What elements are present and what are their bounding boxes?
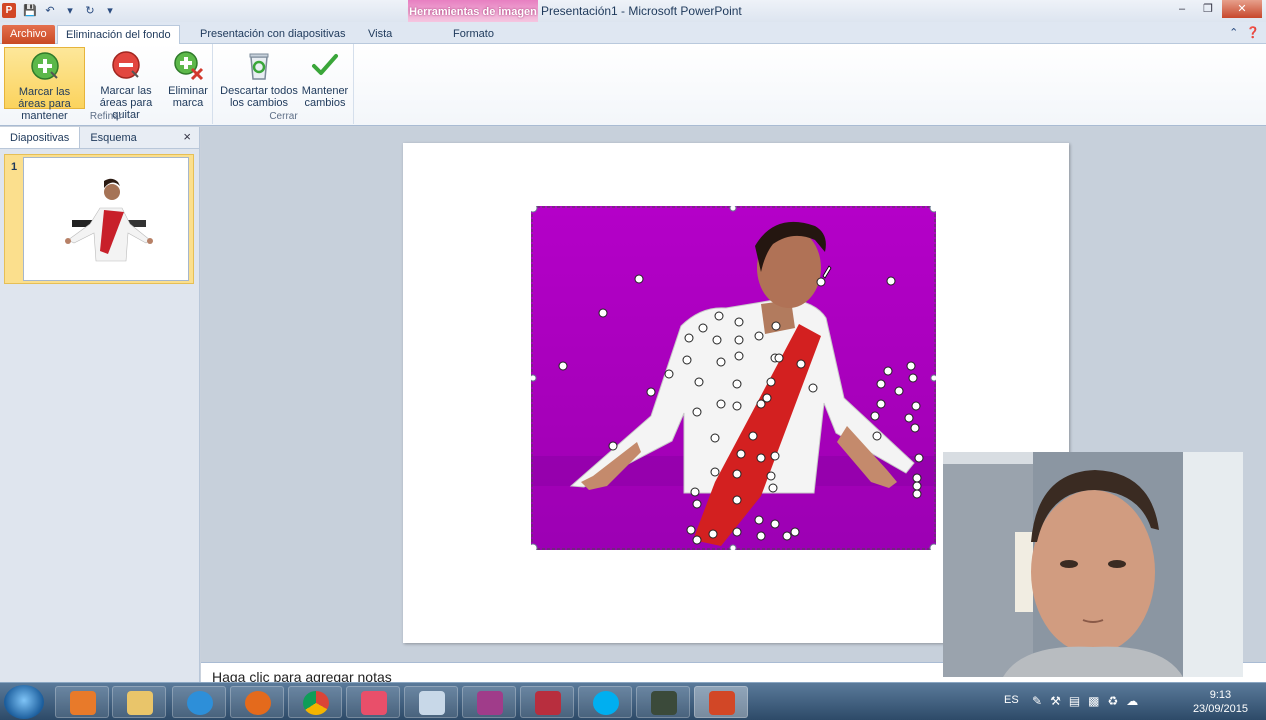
panel-close-icon[interactable]: ×	[183, 129, 191, 144]
notes-placeholder: Haga clic para agregar notas	[212, 669, 392, 682]
discard-changes-button[interactable]: Descartar todos los cambios	[218, 47, 300, 109]
ribbon-minimize-icon[interactable]: ⌃	[1229, 26, 1238, 39]
network-tray-icon[interactable]: ♻	[1108, 694, 1119, 708]
tab-slideshow[interactable]: Presentación con diapositivas	[192, 25, 354, 44]
tab-file[interactable]: Archivo	[2, 25, 55, 44]
system-tray: ES ✎ ⚒ ▤ ▩ ♻ ☁ 9:13 23/09/2015	[986, 683, 1266, 720]
delete-mark-icon	[174, 51, 204, 81]
paint-icon	[419, 691, 445, 715]
quick-access-toolbar: 💾 ↶ ▾ ↻ ▾	[22, 3, 118, 19]
clock-time: 9:13	[1209, 689, 1232, 701]
tools-tray-icon[interactable]: ⚒	[1050, 694, 1061, 708]
pen-tray-icon[interactable]: ✎	[1032, 694, 1042, 708]
taskbar-apps[interactable]	[346, 686, 400, 718]
tab-background-removal[interactable]: Eliminación del fondo	[57, 25, 180, 44]
delete-mark-button[interactable]: Eliminar marca	[166, 47, 210, 109]
delete-mark-label: Eliminar marca	[168, 85, 208, 109]
group-refine-label: Refinar	[89, 111, 123, 122]
keep-changes-button[interactable]: Mantener cambios	[300, 47, 350, 109]
skype-icon	[593, 691, 619, 715]
close-icon[interactable]: ✕	[1222, 0, 1262, 18]
taskbar-skype[interactable]	[578, 686, 632, 718]
cloud-tray-icon[interactable]: ☁	[1126, 694, 1138, 708]
firefox-icon	[245, 691, 271, 715]
help-icon[interactable]: ❓	[1246, 26, 1260, 39]
player-picture-background-removal[interactable]	[531, 206, 936, 550]
powerpoint-logo-icon[interactable]: P	[2, 3, 16, 18]
clock-date: 23/09/2015	[1192, 703, 1248, 715]
media-player-icon	[70, 691, 96, 715]
language-indicator[interactable]: ES	[1004, 694, 1019, 706]
access-icon	[535, 691, 561, 715]
webcam-presenter-image	[943, 452, 1243, 677]
slides-panel-tabs: Diapositivas Esquema ×	[0, 127, 199, 149]
signal-tray-icon[interactable]: ▩	[1088, 694, 1099, 708]
group-close: Descartar todos los cambios Mantener cam…	[214, 44, 354, 124]
taskbar-firefox[interactable]	[230, 686, 284, 718]
taskbar-camtasia[interactable]	[636, 686, 690, 718]
slide-number: 1	[11, 161, 18, 173]
undo-icon[interactable]: ↶	[42, 3, 58, 19]
taskbar-media-player[interactable]	[55, 686, 109, 718]
taskbar-paint[interactable]	[404, 686, 458, 718]
ribbon: Marcar las áreas para mantener Marcar la…	[0, 44, 1266, 126]
maximize-icon[interactable]: ❐	[1196, 0, 1220, 18]
folder-icon	[127, 691, 153, 715]
taskbar-explorer[interactable]	[112, 686, 166, 718]
chrome-icon	[303, 691, 329, 715]
tab-outline[interactable]: Esquema	[80, 127, 146, 148]
window-controls: – ❐ ✕	[1170, 0, 1262, 18]
checkmark-icon	[312, 54, 338, 75]
taskbar-internet-explorer[interactable]	[172, 686, 226, 718]
internet-explorer-icon	[187, 691, 213, 715]
recycle-bin-icon	[249, 53, 269, 80]
tab-format[interactable]: Formato	[445, 25, 502, 44]
taskbar-clock[interactable]: 9:13 23/09/2015	[1193, 688, 1248, 716]
slide-thumbnail-preview	[23, 157, 189, 281]
redo-icon[interactable]: ↻	[82, 3, 98, 19]
window-title: Presentación1 - Microsoft PowerPoint	[541, 4, 742, 18]
pen-tool-icon	[477, 691, 503, 715]
tab-slides[interactable]: Diapositivas	[0, 127, 81, 148]
taskbar-powerpoint[interactable]	[694, 686, 748, 718]
webcam-overlay	[943, 452, 1243, 677]
device-tray-icon[interactable]: ▤	[1069, 694, 1080, 708]
taskbar-chrome[interactable]	[288, 686, 342, 718]
group-close-label: Cerrar	[269, 111, 298, 122]
undo-dropdown-icon[interactable]: ▾	[62, 3, 78, 19]
start-button-icon[interactable]	[4, 685, 44, 719]
powerpoint-icon	[709, 691, 735, 715]
plus-icon	[30, 52, 59, 80]
tray-icons: ✎ ⚒ ▤ ▩ ♻ ☁	[1032, 694, 1138, 708]
mark-keep-button[interactable]: Marcar las áreas para mantener	[4, 47, 85, 122]
keep-changes-label: Mantener cambios	[301, 85, 349, 109]
slides-panel: Diapositivas Esquema × 1	[0, 127, 200, 682]
discard-changes-label: Descartar todos los cambios	[220, 85, 298, 109]
slide-thumbnail-1[interactable]: 1	[4, 154, 194, 284]
ribbon-tab-row: Archivo Eliminación del fondo Presentaci…	[0, 22, 1266, 44]
context-tab-title: Herramientas de imagen	[409, 6, 537, 18]
camtasia-icon	[651, 691, 677, 715]
windows-taskbar: ES ✎ ⚒ ▤ ▩ ♻ ☁ 9:13 23/09/2015	[0, 682, 1266, 720]
save-icon[interactable]: 💾	[22, 3, 38, 19]
minus-icon	[112, 51, 140, 79]
apps-grid-icon	[361, 691, 387, 715]
player-thumbnail-image	[65, 178, 153, 262]
minimize-icon[interactable]: –	[1170, 0, 1194, 18]
group-refine: Marcar las áreas para mantener Marcar la…	[0, 44, 213, 124]
title-bar: P 💾 ↶ ▾ ↻ ▾ Herramientas de imagen Prese…	[0, 0, 1266, 44]
taskbar-onenote[interactable]	[462, 686, 516, 718]
mark-remove-button[interactable]: Marcar las áreas para quitar	[86, 47, 166, 121]
taskbar-access[interactable]	[520, 686, 574, 718]
tab-view[interactable]: Vista	[360, 25, 400, 44]
customize-qat-icon[interactable]: ▾	[102, 3, 118, 19]
ribbon-right-controls: ⌃ ❓	[1229, 26, 1260, 39]
